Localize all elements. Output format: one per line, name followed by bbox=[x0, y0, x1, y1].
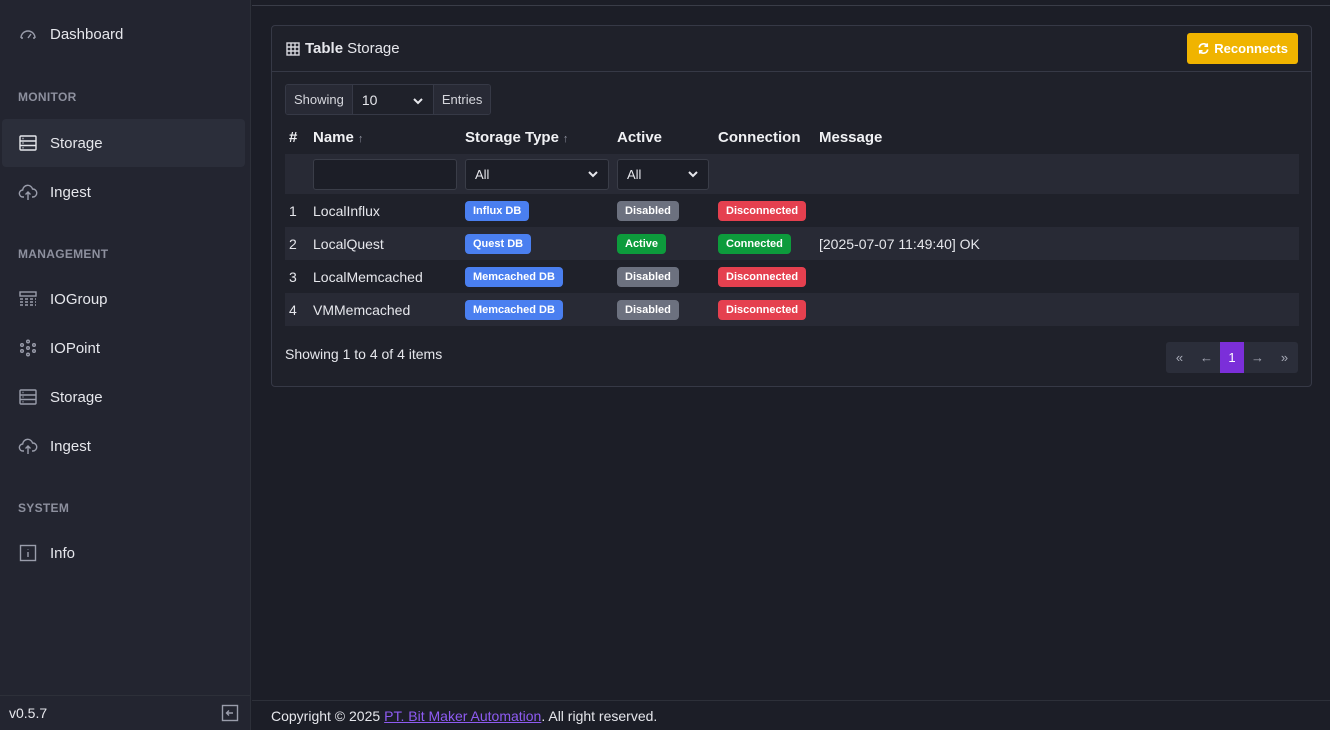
top-divider bbox=[252, 0, 1330, 6]
sort-arrow-icon: ↑ bbox=[562, 133, 569, 145]
entries-selector: Showing 10 Entries bbox=[285, 84, 492, 115]
entries-prefix: Showing bbox=[286, 85, 352, 114]
sidebar-item-label: Dashboard bbox=[50, 25, 124, 43]
card-title: Table Storage bbox=[286, 40, 400, 57]
type-badge: Quest DB bbox=[465, 233, 532, 254]
collapse-sidebar-icon[interactable] bbox=[221, 704, 239, 722]
type-badge: Memcached DB bbox=[465, 299, 563, 320]
version-label: v0.5.7 bbox=[9, 705, 48, 721]
sidebar-item-label: Ingest bbox=[50, 183, 91, 201]
gauge-icon bbox=[18, 24, 38, 44]
prev-page-button[interactable]: ← bbox=[1193, 342, 1220, 373]
sidebar-item-iogroup[interactable]: IOGroup bbox=[2, 275, 245, 323]
connection-badge: Disconnected bbox=[718, 200, 807, 221]
table-summary: Showing 1 to 4 of 4 items bbox=[285, 346, 443, 362]
page-1-button[interactable]: 1 bbox=[1220, 342, 1244, 373]
sidebar-item-label: Info bbox=[50, 544, 76, 562]
sidebar-item-label: Storage bbox=[50, 134, 103, 152]
reconnect-label: Reconnects bbox=[1214, 41, 1288, 56]
page-footer: Copyright © 2025 PT. Bit Maker Automatio… bbox=[252, 700, 1330, 730]
connection-badge: Disconnected bbox=[718, 299, 807, 320]
connection-badge: Connected bbox=[718, 233, 791, 254]
chevron-down-icon bbox=[587, 168, 599, 180]
pagination: « ← 1 → » bbox=[1166, 342, 1298, 373]
dots-network-icon bbox=[18, 338, 38, 358]
sidebar-item-management-storage[interactable]: Storage bbox=[2, 373, 245, 421]
sidebar-footer: v0.5.7 bbox=[0, 695, 251, 730]
header-storage-type[interactable]: Storage Type ↑ bbox=[461, 121, 613, 154]
cloud-upload-icon bbox=[18, 182, 38, 202]
entries-value: 10 bbox=[361, 91, 378, 108]
storage-icon bbox=[18, 133, 38, 153]
header-message: Message bbox=[819, 129, 883, 146]
sidebar-item-iopoint[interactable]: IOPoint bbox=[2, 324, 245, 372]
header-connection: Connection bbox=[718, 129, 801, 146]
card-title-rest: Storage bbox=[347, 40, 400, 57]
reconnect-button[interactable]: Reconnects bbox=[1187, 33, 1298, 64]
last-page-button[interactable]: » bbox=[1271, 342, 1298, 373]
sidebar-item-management-ingest[interactable]: Ingest bbox=[2, 422, 245, 470]
sidebar-item-monitor-storage[interactable]: Storage bbox=[2, 119, 245, 167]
sidebar-item-label: Storage bbox=[50, 388, 103, 406]
cloud-upload-icon bbox=[18, 436, 38, 456]
table-row[interactable]: 4 VMMemcached Memcached DB Disabled Disc… bbox=[285, 293, 1299, 326]
chevron-down-icon bbox=[687, 168, 699, 180]
sidebar-item-label: IOPoint bbox=[50, 339, 101, 357]
header-num: # bbox=[289, 129, 298, 146]
active-badge: Disabled bbox=[617, 266, 679, 287]
connection-badge: Disconnected bbox=[718, 266, 807, 287]
section-management: MANAGEMENT bbox=[18, 247, 109, 261]
table-row[interactable]: 3 LocalMemcached Memcached DB Disabled D… bbox=[285, 260, 1299, 293]
filter-row: All All bbox=[285, 154, 1299, 194]
grid-group-icon bbox=[18, 289, 38, 309]
storage-type-filter-select[interactable]: All bbox=[465, 158, 609, 190]
section-system: SYSTEM bbox=[18, 501, 70, 515]
rights-text: . All right reserved. bbox=[541, 707, 658, 724]
storage-table: # Name ↑ Storage Type ↑ Active Connection … bbox=[285, 121, 1299, 326]
sidebar-item-label: IOGroup bbox=[50, 290, 108, 308]
sidebar: Dashboard MONITOR Storage Ingest MANAGEM… bbox=[0, 0, 251, 730]
sidebar-item-monitor-ingest[interactable]: Ingest bbox=[2, 168, 245, 216]
entries-suffix: Entries bbox=[433, 85, 491, 114]
info-icon bbox=[18, 543, 38, 563]
active-badge: Active bbox=[617, 233, 667, 254]
card-header: Table Storage Reconnects bbox=[272, 26, 1311, 72]
refresh-icon bbox=[1198, 43, 1209, 54]
active-badge: Disabled bbox=[617, 299, 679, 320]
entries-select[interactable]: 10 bbox=[351, 85, 434, 114]
storage-icon bbox=[18, 387, 38, 407]
card-title-bold: Table bbox=[305, 40, 344, 57]
table-row[interactable]: 2 LocalQuest Quest DB Active Connected [… bbox=[285, 227, 1299, 260]
table-icon bbox=[286, 41, 300, 56]
sort-arrow-icon: ↑ bbox=[357, 133, 364, 145]
section-monitor: MONITOR bbox=[18, 90, 77, 104]
next-page-button[interactable]: → bbox=[1244, 342, 1271, 373]
storage-card: Table Storage Reconnects Showing 10 Entr… bbox=[271, 25, 1312, 387]
copyright-text: Copyright © 2025 bbox=[271, 707, 381, 724]
active-badge: Disabled bbox=[617, 200, 679, 221]
header-active: Active bbox=[617, 129, 663, 146]
type-badge: Memcached DB bbox=[465, 266, 563, 287]
sidebar-item-dashboard[interactable]: Dashboard bbox=[2, 10, 245, 58]
chevron-down-icon bbox=[412, 94, 424, 106]
company-link[interactable]: PT. Bit Maker Automation bbox=[384, 708, 541, 724]
sidebar-item-info[interactable]: Info bbox=[2, 529, 245, 577]
name-filter-input[interactable] bbox=[313, 158, 457, 190]
header-name[interactable]: Name ↑ bbox=[309, 121, 461, 154]
table-row[interactable]: 1 LocalInflux Influx DB Disabled Disconn… bbox=[285, 194, 1299, 227]
sidebar-item-label: Ingest bbox=[50, 437, 91, 455]
type-badge: Influx DB bbox=[465, 200, 530, 221]
active-filter-select[interactable]: All bbox=[617, 158, 709, 190]
first-page-button[interactable]: « bbox=[1166, 342, 1193, 373]
